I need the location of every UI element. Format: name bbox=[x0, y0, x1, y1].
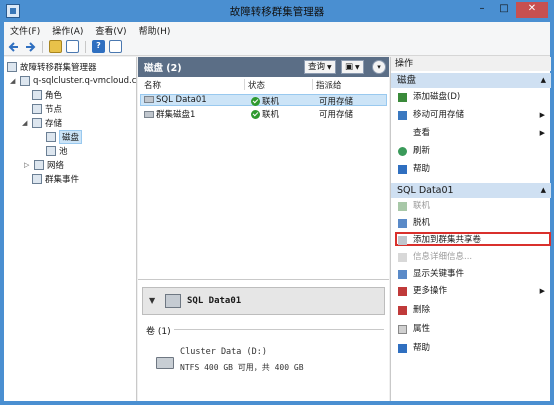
events-icon bbox=[32, 173, 42, 184]
action-offline[interactable]: 脱机 bbox=[391, 217, 551, 230]
action-info-details[interactable]: 信息详细信息... bbox=[391, 251, 551, 264]
properties-icon bbox=[398, 325, 407, 334]
volume-name: Cluster Data (D:) bbox=[180, 347, 267, 357]
menu-file[interactable]: 文件(F) bbox=[10, 24, 40, 37]
col-name[interactable]: 名称 bbox=[144, 79, 161, 91]
cluster-icon bbox=[20, 75, 30, 86]
col-status[interactable]: 状态 bbox=[248, 79, 265, 91]
tree-root[interactable]: 故障转移群集管理器 bbox=[7, 60, 97, 73]
maximize-button[interactable]: □ bbox=[494, 2, 514, 18]
events-icon bbox=[398, 270, 407, 279]
storage-icon bbox=[32, 117, 42, 128]
menu-help[interactable]: 帮助(H) bbox=[139, 24, 171, 37]
tree-item-roles[interactable]: 角色 bbox=[32, 88, 62, 101]
action-help-2[interactable]: 帮助 bbox=[391, 342, 551, 355]
tree-item-pools[interactable]: 池 bbox=[46, 144, 68, 157]
col-assigned[interactable]: 指派给 bbox=[316, 79, 342, 91]
refresh-icon bbox=[398, 147, 407, 156]
divider bbox=[174, 329, 384, 330]
pool-icon bbox=[46, 145, 56, 156]
offline-icon bbox=[398, 219, 407, 228]
disk-icon bbox=[165, 294, 181, 308]
action-delete[interactable]: 删除 bbox=[391, 304, 551, 317]
collapse-icon: ▲ bbox=[540, 76, 546, 84]
help-icon bbox=[398, 165, 407, 174]
online-status-icon bbox=[251, 110, 260, 119]
section-sql-data[interactable]: SQL Data01 ▲ bbox=[391, 183, 551, 198]
expand-header-button[interactable]: ▾ bbox=[372, 60, 386, 74]
more-actions-icon bbox=[398, 287, 407, 296]
network-icon bbox=[34, 159, 44, 170]
window-title: 故障转移群集管理器 bbox=[229, 6, 325, 18]
cluster-manager-icon bbox=[7, 61, 17, 72]
detail-header: ▼ SQL Data01 bbox=[142, 287, 385, 315]
tree-item-cluster-events[interactable]: 群集事件 bbox=[32, 172, 79, 185]
console-tree-icon[interactable] bbox=[66, 40, 79, 53]
move-icon bbox=[398, 111, 407, 120]
volume-info: NTFS 400 GB 可用，共 400 GB bbox=[180, 363, 304, 372]
action-pane-icon[interactable] bbox=[109, 40, 122, 53]
disk-icon bbox=[46, 131, 56, 142]
section-disks[interactable]: 磁盘 ▲ bbox=[391, 73, 551, 88]
volume-icon bbox=[156, 357, 174, 369]
table-row[interactable]: SQL Data01 联机 可用存储 bbox=[140, 94, 387, 107]
volume-section-title: 卷 (1) bbox=[146, 327, 171, 337]
action-properties[interactable]: 属性 bbox=[391, 323, 551, 336]
collapse-icon: ▲ bbox=[540, 186, 546, 194]
action-show-critical-events[interactable]: 显示关键事件 bbox=[391, 268, 551, 281]
action-help[interactable]: 帮助 bbox=[391, 163, 551, 176]
online-icon bbox=[398, 202, 407, 211]
disk-icon bbox=[398, 236, 407, 245]
minimize-button[interactable]: – bbox=[472, 2, 492, 18]
disk-icon bbox=[144, 96, 154, 103]
collapse-chevron-icon[interactable]: ▼ bbox=[149, 296, 155, 305]
close-button[interactable]: ✕ bbox=[516, 2, 548, 18]
menu-bar: 文件(F) 操作(A) 查看(V) 帮助(H) bbox=[4, 22, 550, 38]
disks-header: 磁盘 (2) 查询 ▼ ▣ ▼ ▾ bbox=[138, 57, 389, 77]
menu-action[interactable]: 操作(A) bbox=[52, 24, 83, 37]
navigation-tree: 故障转移群集管理器 ◢ q-sqlcluster.q-vmcloud.c 角色 … bbox=[4, 57, 137, 401]
info-icon bbox=[398, 253, 407, 262]
tree-item-disks[interactable]: 磁盘 bbox=[46, 129, 83, 144]
action-more-actions[interactable]: 更多操作 ▶ bbox=[391, 285, 551, 298]
action-refresh[interactable]: 刷新 bbox=[391, 145, 551, 158]
pane-divider[interactable] bbox=[138, 279, 389, 280]
collapse-icon[interactable]: ◢ bbox=[22, 119, 30, 127]
forward-icon[interactable] bbox=[24, 41, 36, 53]
actions-pane: 操作 磁盘 ▲ 添加磁盘(D) 移动可用存储 ▶ 查看 ▶ 刷新 帮助 SQL … bbox=[390, 57, 551, 401]
actions-title: 操作 bbox=[391, 57, 551, 71]
add-disk-icon bbox=[398, 93, 407, 102]
disk-icon bbox=[144, 111, 154, 118]
nodes-icon bbox=[32, 103, 42, 114]
center-pane: 磁盘 (2) 查询 ▼ ▣ ▼ ▾ 名称 状态 指派给 SQL Data01 联机 … bbox=[138, 57, 389, 401]
action-online[interactable]: 联机 bbox=[391, 200, 551, 213]
tree-item-networks[interactable]: ▷ 网络 bbox=[24, 158, 64, 171]
help-icon[interactable]: ? bbox=[92, 40, 105, 53]
collapse-icon[interactable]: ◢ bbox=[10, 77, 18, 85]
action-move-storage[interactable]: 移动可用存储 ▶ bbox=[391, 109, 551, 122]
tree-item-nodes[interactable]: 节点 bbox=[32, 102, 62, 115]
roles-icon bbox=[32, 89, 42, 100]
tree-item-storage[interactable]: ◢ 存储 bbox=[22, 116, 62, 129]
query-dropdown[interactable]: 查询 ▼ bbox=[304, 60, 336, 74]
save-icon: ▣ bbox=[345, 62, 354, 72]
menu-view[interactable]: 查看(V) bbox=[95, 24, 126, 37]
title-bar: 故障转移群集管理器 – □ ✕ bbox=[0, 0, 554, 22]
save-query-dropdown[interactable]: ▣ ▼ bbox=[341, 60, 364, 74]
expand-icon[interactable]: ▷ bbox=[24, 161, 32, 169]
table-row[interactable]: 群集磁盘1 联机 可用存储 bbox=[140, 108, 387, 120]
window-frame: 故障转移群集管理器 – □ ✕ 文件(F) 操作(A) 查看(V) 帮助(H) bbox=[0, 0, 554, 405]
action-add-to-csv[interactable]: 添加到群集共享卷 bbox=[391, 234, 551, 247]
action-view[interactable]: 查看 ▶ bbox=[391, 127, 551, 140]
tree-cluster[interactable]: ◢ q-sqlcluster.q-vmcloud.c bbox=[10, 74, 136, 87]
action-add-disk[interactable]: 添加磁盘(D) bbox=[391, 91, 551, 104]
online-status-icon bbox=[251, 97, 260, 106]
up-folder-icon[interactable] bbox=[49, 40, 62, 53]
delete-icon bbox=[398, 306, 407, 315]
client-area: 文件(F) 操作(A) 查看(V) 帮助(H) ? 故障转移群集管理器 ◢ q-… bbox=[4, 22, 551, 401]
help-icon bbox=[398, 344, 407, 353]
back-icon[interactable] bbox=[8, 41, 20, 53]
toolbar: ? bbox=[4, 38, 550, 56]
